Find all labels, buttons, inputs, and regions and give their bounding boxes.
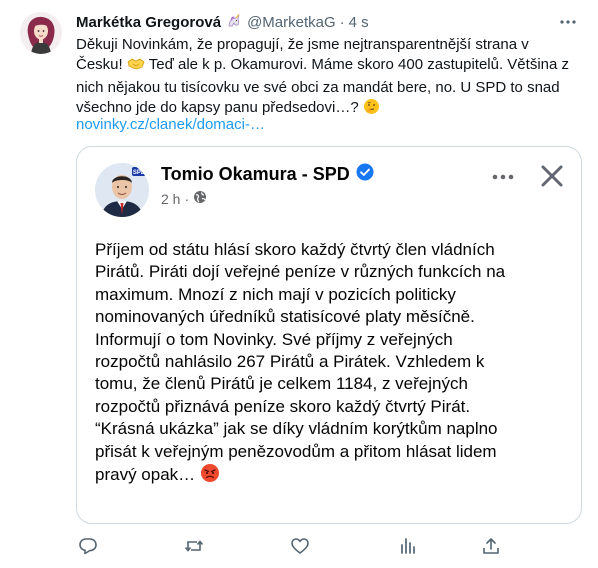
tweet-text-segment: Česku! (76, 56, 127, 73)
reply-icon[interactable] (78, 536, 98, 556)
angry-face-icon (200, 463, 220, 489)
tweet-text-line: Česku! Teď ale k p. Okamurovi. Máme skor… (76, 55, 588, 78)
card-close-icon[interactable] (539, 163, 565, 189)
author-handle[interactable]: @MarketkaG (247, 14, 336, 31)
card-text-line: nominovaných úředníků statisícové platy … (95, 307, 475, 327)
tweet-text-segment: Teď ale k p. Okamurovi. Máme skoro 400 z… (144, 56, 569, 73)
card-text-line: pravý opak… (95, 463, 565, 489)
tweet-actions (76, 534, 588, 558)
globe-icon (193, 190, 207, 207)
card-avatar-illustration: SPD (95, 163, 149, 217)
card-time[interactable]: 2 h (161, 191, 180, 207)
card-text-line: Příjem od státu hlásí skoro každý čtvrtý… (95, 240, 495, 259)
card-text-line: “Krásná ukázka” jak se díky vládním korý… (95, 419, 498, 439)
spd-badge-text: SPD (133, 170, 146, 176)
card-meta-separator: · (184, 190, 190, 207)
tweet-time[interactable]: 4 s (349, 14, 369, 31)
tweet[interactable]: Markétka Gregorová @MarketkaG · 4 s Děku… (0, 0, 598, 568)
share-icon[interactable] (481, 536, 501, 556)
card-text-line: Pirátů. Piráti dojí veřejné peníze v růz… (95, 262, 506, 282)
tweet-text-line: nich nějakou tu tisícovku ve své obci za… (76, 79, 560, 96)
article-link[interactable]: novinky.cz/clanek/domaci-… (76, 115, 265, 135)
author-avatar[interactable] (20, 12, 62, 54)
tweet-text-line: Děkuji Novinkám, že propagují, že jsme n… (76, 36, 529, 53)
thinking-face-icon (363, 98, 380, 121)
tweet-header: Markétka Gregorová @MarketkaG · 4 s (76, 12, 369, 32)
retweet-icon[interactable] (184, 536, 204, 556)
card-text-line: rozpočtů nahlásilo 267 Pirátů a Pirátek.… (95, 352, 485, 372)
unicorn-icon (226, 13, 242, 32)
card-text-line: tomu, že členů Pirátů je celkem 1184, z … (95, 374, 468, 394)
like-icon[interactable] (290, 536, 310, 556)
card-author-name[interactable]: Tomio Okamura - SPD (161, 164, 350, 185)
card-post-text: Příjem od státu hlásí skoro každý čtvrtý… (95, 239, 565, 489)
card-text-line: Informují o tom Novinky. Své příjmy z ve… (95, 329, 453, 349)
avatar-illustration (20, 12, 62, 54)
views-icon[interactable] (398, 536, 418, 556)
card-more-options-icon[interactable] (491, 169, 515, 185)
tweet-text-segment: všechno jde do kapsy panu předsedovi…? (76, 99, 363, 116)
card-text-line: maximum. Mnozí z nich mají v pozicích po… (95, 284, 456, 304)
card-author-avatar[interactable]: SPD (95, 163, 149, 217)
card-meta: 2 h · (161, 190, 207, 207)
embedded-post-card[interactable]: SPD Tomio Okamura - SPD 2 h · Příjem od … (76, 146, 582, 524)
card-text-segment: pravý opak… (95, 465, 200, 485)
handshake-icon (127, 56, 145, 78)
card-text-line: přisát k veřejným penězovodům a přitom h… (95, 441, 497, 461)
tweet-text: Děkuji Novinkám, že propagují, že jsme n… (76, 35, 588, 121)
header-separator: · (339, 13, 345, 31)
author-name[interactable]: Markétka Gregorová (76, 14, 221, 31)
card-author-name-row: Tomio Okamura - SPD (161, 163, 374, 186)
verified-badge-icon (350, 163, 374, 186)
card-text-line: rozpočtů přiznává peníze skoro každý čtv… (95, 396, 471, 416)
more-options-icon[interactable] (558, 12, 578, 32)
